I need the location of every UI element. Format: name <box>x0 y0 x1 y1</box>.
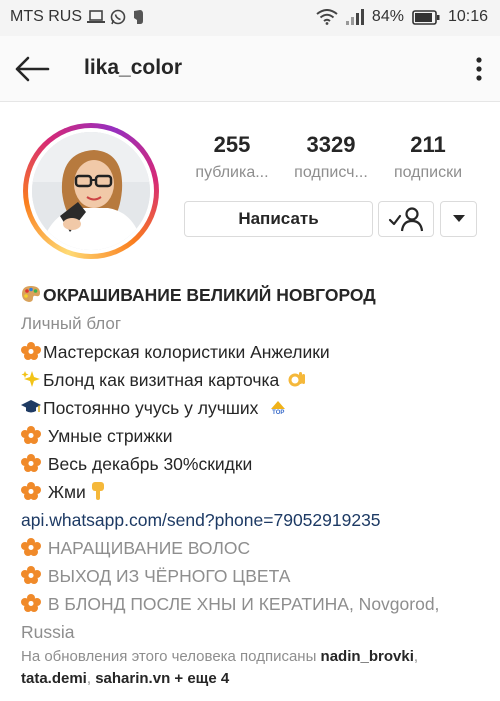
avatar-gap <box>28 128 154 254</box>
followers-count: 3329 <box>306 132 356 157</box>
carrier-label: MTS RUS <box>10 8 82 25</box>
back-arrow-icon[interactable] <box>14 54 50 84</box>
profile-username: lika_color <box>84 56 183 79</box>
top-arrow-icon <box>271 401 286 409</box>
bio-gray-line-1-text: НАРАЩИВАНИЕ ВОЛОС <box>43 538 251 558</box>
whatsapp-icon <box>110 9 126 25</box>
stat-posts[interactable]: 255 публика... <box>182 132 282 182</box>
profile-header: lika_color <box>0 36 500 102</box>
status-bar: MTS RUS 84% 10:16 <box>0 0 500 36</box>
caret-down-icon <box>452 215 465 222</box>
avatar-illustration <box>32 132 150 250</box>
story-ring[interactable] <box>23 123 159 259</box>
sparkles-emoji-icon <box>21 371 40 387</box>
followed-by-prefix: На обновления этого человека подписаны <box>21 648 321 665</box>
bio-gray-line-3-text: В БЛОНД ПОСЛЕ ХНЫ И КЕРАТИНА, Novgorod, <box>43 594 440 614</box>
laptop-icon <box>87 10 105 23</box>
user-check-icon <box>388 207 424 232</box>
flower-emoji-icon <box>21 482 41 500</box>
signal-icon <box>345 9 364 25</box>
separator: , <box>413 648 419 665</box>
top-badge: TOP <box>269 401 287 417</box>
suggestions-dropdown-button[interactable] <box>440 201 477 237</box>
stat-following[interactable]: 211 подписки <box>380 132 476 182</box>
bio-line-2: Блонд как визитная карточка <box>21 370 308 391</box>
bio-line-5-text: Весь декабрь 30%скидки <box>43 454 253 474</box>
bio-line-3-text: Постоянно учусь у лучших <box>43 398 259 418</box>
flower-emoji-icon <box>21 454 41 472</box>
battery-icon <box>412 9 440 25</box>
bio-name-line: ОКРАШИВАНИЕ ВЕЛИКИЙ НОВГОРОД <box>21 285 376 306</box>
bio-line-4-text: Умные стрижки <box>43 426 173 446</box>
clock: 10:16 <box>447 8 488 25</box>
avatar[interactable] <box>32 132 150 250</box>
followed-by-text[interactable]: На обновления этого человека подписаны n… <box>21 646 481 690</box>
bio-line-6: Жми <box>21 482 107 503</box>
ok-hand-emoji-icon <box>288 372 306 387</box>
bio-line-6-text: Жми <box>43 482 86 502</box>
battery-percent: 84% <box>371 8 404 25</box>
bio-line-1: Мастерская колористики Анжелики <box>21 342 330 363</box>
bio-gray-line-2-text: ВЫХОД ИЗ ЧЁРНОГО ЦВЕТА <box>43 566 291 586</box>
pointing-down-emoji-icon <box>91 482 104 500</box>
flower-emoji-icon <box>21 566 41 584</box>
separator: , <box>86 670 96 687</box>
bio-gray-line-3: В БЛОНД ПОСЛЕ ХНЫ И КЕРАТИНА, Novgorod, <box>21 594 439 615</box>
following-status-button[interactable] <box>378 201 434 237</box>
message-button-label: Написать <box>238 209 319 228</box>
status-left: MTS RUS <box>10 8 145 26</box>
followed-by-user-2[interactable]: tata.demi <box>21 670 87 687</box>
graduation-cap-emoji-icon <box>21 400 41 413</box>
bio-name: ОКРАШИВАНИЕ ВЕЛИКИЙ НОВГОРОД <box>43 285 376 305</box>
followed-by-user-3[interactable]: saharin.vn <box>95 670 170 687</box>
bio-line-5: Весь декабрь 30%скидки <box>21 454 252 475</box>
flower-emoji-icon <box>21 426 41 444</box>
bio-gray-line-1: НАРАЩИВАНИЕ ВОЛОС <box>21 538 250 559</box>
bio-line-1-text: Мастерская колористики Анжелики <box>43 342 330 362</box>
bio-line-3: Постоянно учусь у лучших TOP <box>21 398 287 419</box>
bio-category: Личный блог <box>21 314 122 333</box>
followed-by-user-1[interactable]: nadin_brovki <box>321 648 414 665</box>
evernote-icon <box>134 10 143 24</box>
posts-count: 255 <box>213 132 251 157</box>
bio-gray-line-4: Russia <box>21 622 75 642</box>
bio-line-4: Умные стрижки <box>21 426 172 447</box>
bio-line-2-text: Блонд как визитная карточка <box>43 370 280 390</box>
followers-label: подписч... <box>294 164 368 181</box>
message-button[interactable]: Написать <box>184 201 373 237</box>
posts-label: публика... <box>195 164 269 181</box>
more-options-icon[interactable] <box>472 54 486 84</box>
bio-gray-line-2: ВЫХОД ИЗ ЧЁРНОГО ЦВЕТА <box>21 566 290 587</box>
followed-by-more[interactable]: + еще 4 <box>170 670 229 687</box>
following-label: подписки <box>393 164 463 181</box>
flower-emoji-icon <box>21 594 41 612</box>
flower-emoji-icon <box>21 342 41 360</box>
flower-emoji-icon <box>21 538 41 556</box>
status-right: 84% 10:16 <box>316 8 488 26</box>
bio-website-link[interactable]: api.whatsapp.com/send?phone=79052919235 <box>21 510 381 531</box>
palette-emoji-icon <box>22 286 40 302</box>
following-count: 211 <box>410 132 446 157</box>
wifi-icon <box>316 9 338 25</box>
stat-followers[interactable]: 3329 подписч... <box>281 132 381 182</box>
